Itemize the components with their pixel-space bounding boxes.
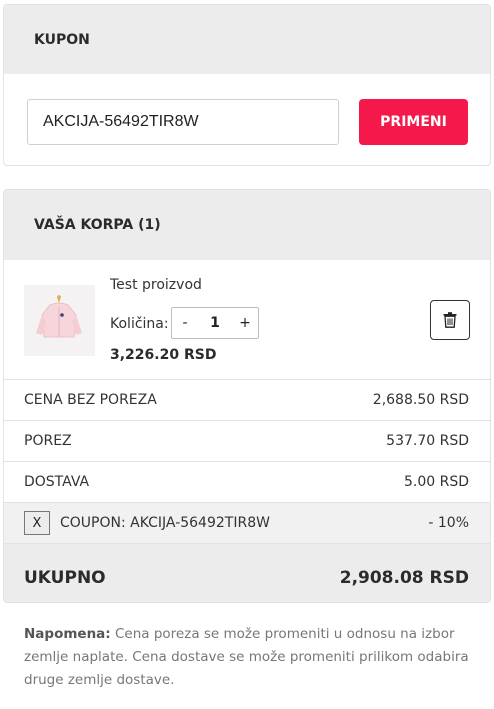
coupon-card: KUPON PRIMENI (3, 4, 491, 166)
cart-card: VAŠA KORPA (1) Test proizvod Količina: -… (3, 189, 491, 603)
quantity-value[interactable]: 1 (198, 315, 232, 331)
summary-row-tax: POREZ 537.70 RSD (4, 421, 490, 462)
coupon-input[interactable] (27, 99, 339, 145)
shipping-value: 5.00 RSD (403, 474, 469, 490)
coupon-applied: X COUPON: AKCIJA-56492TIR8W (24, 511, 270, 535)
product-thumbnail[interactable] (24, 285, 95, 356)
product-price: 3,226.20 RSD (110, 347, 217, 363)
coupon-title: KUPON (4, 5, 490, 74)
remove-coupon-button[interactable]: X (24, 511, 50, 535)
tax-label: POREZ (24, 433, 72, 449)
total-value: 2,908.08 RSD (339, 568, 469, 588)
cart-title: VAŠA KORPA (1) (4, 190, 490, 260)
product-name[interactable]: Test proizvod (110, 277, 202, 293)
delete-item-button[interactable] (430, 300, 470, 340)
subtotal-value: 2,688.50 RSD (372, 392, 469, 408)
coupon-applied-label: COUPON: AKCIJA-56492TIR8W (60, 515, 270, 531)
coupon-form: PRIMENI (4, 74, 490, 165)
summary-row-subtotal: CENA BEZ POREZA 2,688.50 RSD (4, 380, 490, 421)
shipping-tax-note: Napomena: Cena poreza se može promeniti … (24, 623, 492, 692)
coupon-discount-value: - 10% (428, 515, 469, 531)
quantity-decrease-button[interactable]: - (172, 315, 198, 331)
trash-icon (443, 312, 457, 328)
tax-value: 537.70 RSD (386, 433, 469, 449)
cart-item: Test proizvod Količina: - 1 + 3,226.20 R… (4, 260, 490, 380)
subtotal-label: CENA BEZ POREZA (24, 392, 157, 408)
quantity-stepper: - 1 + (171, 307, 259, 339)
apply-coupon-button[interactable]: PRIMENI (359, 99, 468, 145)
summary-row-shipping: DOSTAVA 5.00 RSD (4, 462, 490, 503)
shipping-label: DOSTAVA (24, 474, 90, 490)
quantity-label: Količina: (110, 316, 169, 332)
note-prefix: Napomena: (24, 626, 111, 642)
summary-row-coupon: X COUPON: AKCIJA-56492TIR8W - 10% (4, 503, 490, 544)
quantity-increase-button[interactable]: + (232, 315, 258, 331)
total-label: UKUPNO (24, 568, 106, 588)
summary-row-total: UKUPNO 2,908.08 RSD (4, 544, 490, 602)
